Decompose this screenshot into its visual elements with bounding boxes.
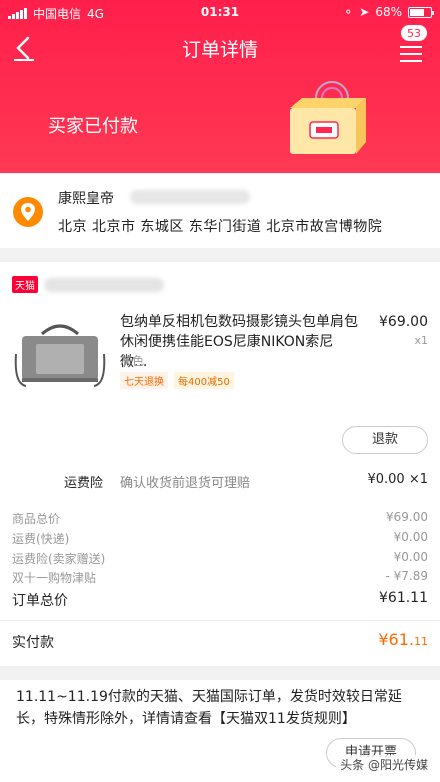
battery-percent: 68% (375, 5, 402, 19)
lock-icon: ⚬ (343, 5, 354, 19)
order-status: 买家已付款 (48, 116, 138, 137)
amount-paid-value: ¥61.11 (378, 630, 428, 649)
menu-icon (400, 46, 422, 67)
price-line: 双十一购物津贴 - ¥7.89 (12, 569, 428, 586)
status-bar: 中国电信 4G 01:31 ⚬ ➤ 68% (0, 0, 440, 24)
shop-name-blurred (44, 277, 164, 292)
price-line: 商品总价 ¥69.00 (12, 510, 428, 527)
order-header: 中国电信 4G 01:31 ⚬ ➤ 68% 订单详情 53 买家已付款 (0, 0, 440, 173)
insurance-desc: 确认收货前退货可理赔 (120, 476, 251, 491)
product-tags: 七天退换 每400减50 (120, 372, 234, 389)
message-count-badge: 53 (400, 24, 428, 42)
nav-bar: 订单详情 53 (0, 24, 440, 72)
price-line: 运费险(卖家赠送) ¥0.00 (12, 550, 428, 567)
product-image[interactable] (12, 314, 108, 404)
notice-text[interactable]: 11.11~11.19付款的天猫、天猫国际订单，发货时效较日常延长，特殊情形除外… (16, 686, 416, 730)
amount-paid-row: 实付款 ¥61.11 (12, 630, 428, 652)
product-title[interactable]: 包纳单反相机包数码摄影镜头包单肩包休闲便携佳能EOS尼康NIKON索尼微... (120, 312, 360, 372)
price-line-value: ¥0.00 (393, 550, 428, 564)
shipping-address[interactable]: 康熙皇帝 北京 北京市 东城区 东华门街道 北京市故宫博物院 (0, 174, 440, 248)
price-line-value: - ¥7.89 (385, 569, 429, 583)
price-line-label: 双十一购物津贴 (12, 571, 97, 585)
amount-paid-main: ¥61. (378, 630, 414, 649)
gift-box-illustration (290, 81, 366, 154)
order-card: 天猫 包纳单反相机包数码摄影镜头包单肩包休闲便携佳能EOS尼康NIKON索尼微.… (0, 262, 440, 666)
shipping-notice: 11.11~11.19付款的天猫、天猫国际订单，发货时效较日常延长，特殊情形除外… (0, 680, 440, 782)
shipping-insurance-row: 运费险 确认收货前退货可理赔 ¥0.00 ×1 (0, 466, 440, 494)
location-icon: ➤ (359, 5, 370, 19)
battery-icon (408, 6, 434, 18)
price-line-value: ¥0.00 (393, 530, 428, 544)
price-line-label: 运费(快递) (12, 532, 70, 546)
watermark: 头条 @阳光传媒 (336, 755, 432, 774)
divider (0, 620, 440, 621)
discount-tag: 每400减50 (174, 372, 234, 389)
insurance-label: 运费险 (64, 476, 104, 491)
recipient-name: 康熙皇帝 (58, 191, 114, 207)
order-total-label: 订单总价 (12, 593, 68, 609)
price-line-label: 商品总价 (12, 512, 61, 526)
page-title: 订单详情 (181, 39, 258, 61)
shop-header[interactable]: 天猫 (12, 276, 164, 293)
amount-paid-cents: 11 (414, 635, 428, 648)
price-line-label: 运费险(卖家赠送) (12, 552, 106, 566)
order-total-row: 订单总价 ¥61.11 (12, 590, 428, 610)
product-quantity: x1 (414, 334, 428, 347)
insurance-value: ¥0.00 ×1 (367, 472, 428, 487)
status-right: ⚬ ➤ 68% (343, 5, 434, 19)
address-detail: 北京 北京市 东城区 东华门街道 北京市故宫博物院 (58, 219, 383, 235)
tmall-badge: 天猫 (12, 276, 38, 293)
recipient-phone-blurred (130, 190, 250, 204)
location-pin-icon (13, 197, 43, 227)
price-line-value: ¥69.00 (386, 510, 428, 524)
order-total-value: ¥61.11 (379, 590, 428, 606)
amount-paid-label: 实付款 (12, 635, 54, 651)
product-price: ¥69.00 (379, 314, 428, 330)
more-menu-button[interactable]: 53 (392, 24, 428, 68)
return-tag: 七天退换 (120, 372, 168, 389)
refund-button[interactable]: 退款 (342, 426, 428, 454)
price-line: 运费(快递) ¥0.00 (12, 530, 428, 547)
product-sku: 灰色 (120, 354, 145, 368)
